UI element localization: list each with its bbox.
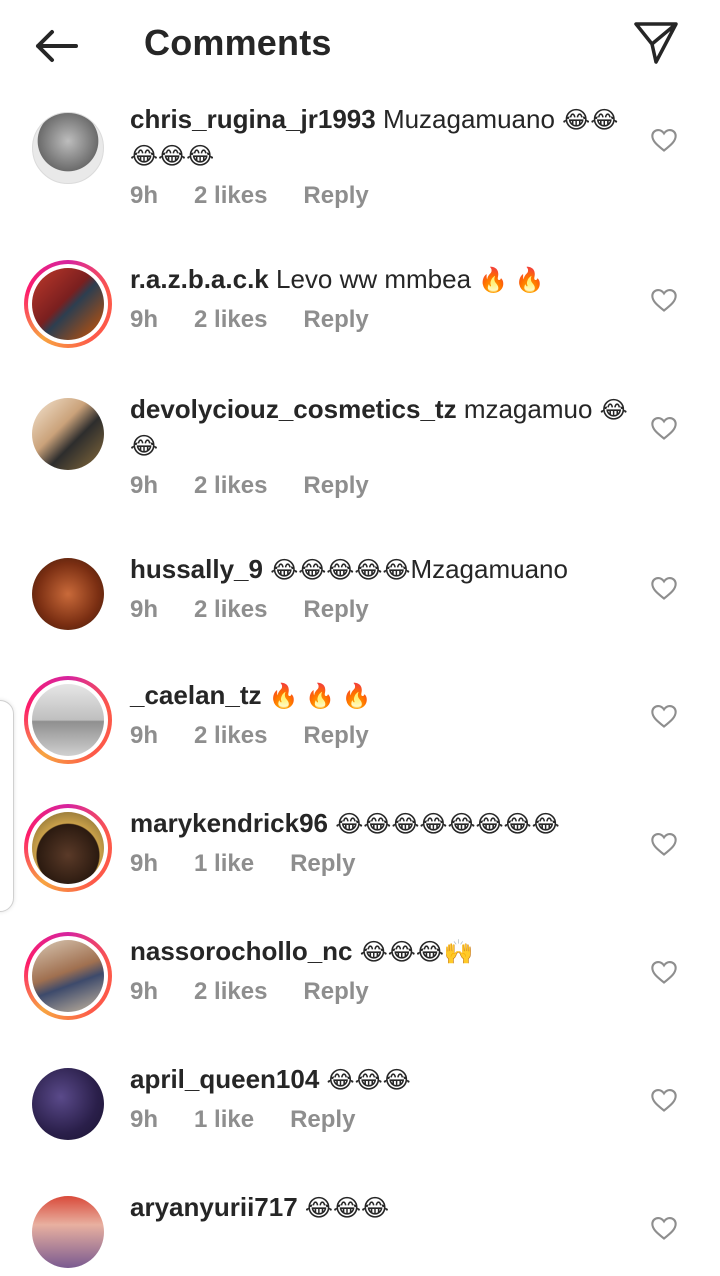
comment-username[interactable]: hussally_9 [130,554,263,584]
reply-button[interactable]: Reply [303,978,368,1005]
comment-likes[interactable]: 1 like [194,1106,254,1133]
heart-outline-icon[interactable] [650,1086,678,1114]
comment-likes[interactable]: 2 likes [194,306,267,333]
reply-button[interactable]: Reply [303,306,368,333]
comment-likes[interactable]: 1 like [194,850,254,877]
comment-username[interactable]: aryanyurii717 [130,1192,298,1222]
share-button[interactable] [630,18,682,68]
heart-outline-icon[interactable] [650,830,678,858]
comment-likes[interactable]: 2 likes [194,722,267,749]
comment-emoji: 😂😂😂 [304,1195,390,1222]
comment-time: 9h [130,306,159,333]
reply-button[interactable]: Reply [303,472,368,499]
comment-time: 9h [130,978,159,1005]
comment-username[interactable]: devolyciouz_cosmetics_tz [130,394,457,424]
comment-time: 9h [130,182,159,209]
comment-username[interactable]: chris_rugina_jr1993 [130,104,376,134]
reply-button[interactable]: Reply [303,182,368,209]
heart-outline-icon[interactable] [650,414,678,442]
comment-likes[interactable]: 2 likes [194,978,267,1005]
comment-username[interactable]: april_queen104 [130,1064,319,1094]
avatar[interactable] [24,390,112,478]
comment-time: 9h [130,850,159,877]
heart-outline-icon[interactable] [650,1214,678,1242]
comment-likes[interactable]: 2 likes [194,182,267,209]
heart-outline-icon[interactable] [650,574,678,602]
avatar[interactable] [24,260,112,348]
avatar[interactable] [24,550,112,638]
comment-likes[interactable]: 2 likes [194,596,267,623]
comment-text: Mzagamuano [410,554,568,584]
reply-button[interactable]: Reply [303,722,368,749]
avatar[interactable] [24,932,112,1020]
comment-emoji: 😂😂😂 [326,1067,411,1094]
comment-emoji: 🔥 🔥 🔥 [268,683,372,710]
top-bar: Comments [0,0,720,90]
arrow-left-icon [36,30,78,62]
comment-emoji: 😂😂😂🙌 [359,939,474,966]
comment-text: mzagamuo [463,394,593,424]
reply-button[interactable]: Reply [303,596,368,623]
comment-emoji: 😂😂😂😂😂😂😂😂 [335,811,560,838]
comment-time: 9h [130,722,159,749]
comment-emoji: 😂😂😂😂😂 [270,557,411,584]
comment-text: Muzagamuano [382,104,555,134]
comment-username[interactable]: nassorochollo_nc [130,936,353,966]
edge-panel-handle[interactable] [0,700,14,912]
avatar[interactable] [24,676,112,764]
comment-time: 9h [130,472,159,499]
comment-username[interactable]: r.a.z.b.a.c.k [130,264,269,294]
avatar[interactable] [24,1060,112,1148]
avatar[interactable] [24,104,112,192]
reply-button[interactable]: Reply [290,850,355,877]
paper-plane-icon [634,22,678,64]
heart-outline-icon[interactable] [650,126,678,154]
comment-time: 9h [130,1106,159,1133]
page-title: Comments [144,22,332,63]
heart-outline-icon[interactable] [650,702,678,730]
heart-outline-icon[interactable] [650,958,678,986]
comment-emoji: 🔥 🔥 [478,267,545,294]
comment-username[interactable]: _caelan_tz [130,680,262,710]
avatar[interactable] [24,804,112,892]
comment-text: Levo ww mmbea [275,264,472,294]
heart-outline-icon[interactable] [650,286,678,314]
back-button[interactable] [28,22,84,70]
comment-time: 9h [130,596,159,623]
reply-button[interactable]: Reply [290,1106,355,1133]
avatar[interactable] [24,1188,112,1276]
comment-username[interactable]: marykendrick96 [130,808,328,838]
comment-likes[interactable]: 2 likes [194,472,267,499]
